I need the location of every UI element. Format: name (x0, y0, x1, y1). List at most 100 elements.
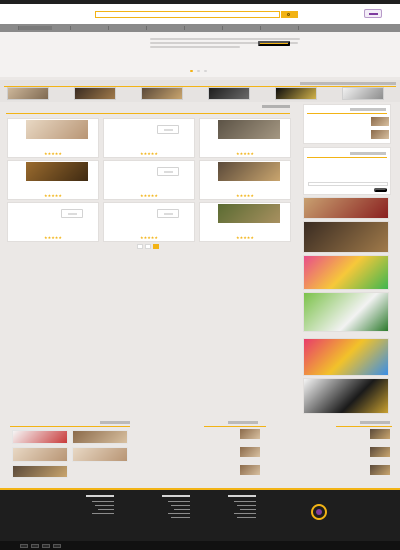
category-3[interactable] (141, 87, 183, 100)
category-5[interactable] (275, 87, 317, 100)
nav-item-4[interactable] (146, 26, 180, 30)
product-card[interactable]: ★★★★★ (103, 160, 195, 200)
footer-link[interactable] (174, 509, 190, 510)
footer-logo[interactable] (300, 500, 340, 526)
footer-link-label (95, 505, 114, 508)
sidebar-list-title (350, 108, 386, 111)
lower-list-b-title (228, 421, 258, 424)
page-button-1[interactable] (137, 244, 143, 249)
category-2[interactable] (74, 87, 116, 100)
gallery-interior-photo[interactable] (12, 447, 68, 462)
category-4[interactable] (208, 87, 250, 100)
footer-link[interactable] (234, 513, 256, 514)
footer-link[interactable] (98, 509, 114, 510)
product-image[interactable] (26, 204, 88, 223)
product-card[interactable]: ★★★★★ (7, 160, 99, 200)
sidebar-ad-1[interactable] (303, 197, 389, 219)
gallery-hall-photo[interactable] (12, 465, 68, 478)
product-image[interactable] (122, 204, 184, 223)
footer-link[interactable] (168, 513, 190, 514)
footer-link[interactable] (168, 501, 190, 502)
product-name (12, 141, 94, 144)
gallery-room-photo[interactable] (72, 430, 128, 444)
lower-list-b-item[interactable] (212, 447, 260, 458)
lower-list-a-item[interactable] (342, 447, 390, 458)
product-card[interactable]: ★★★★★ (199, 202, 291, 242)
nav-item-3[interactable] (108, 26, 142, 30)
product-card[interactable]: ★★★★★ (7, 118, 99, 158)
page-button-label (154, 245, 158, 248)
logo-icon (369, 13, 378, 15)
placeholder-logo-icon (157, 209, 179, 218)
slider-dot[interactable] (197, 70, 200, 72)
products-section-title (190, 104, 290, 110)
lower-list-b-item-image (240, 465, 260, 475)
product-image[interactable] (218, 204, 280, 223)
nav-item-2[interactable] (70, 26, 104, 30)
slider-dot[interactable] (190, 70, 193, 72)
category-6[interactable] (342, 87, 384, 100)
site-logo[interactable] (364, 9, 382, 18)
nav-item-8[interactable] (298, 26, 332, 30)
footer-link-label (174, 509, 190, 512)
search-button[interactable] (281, 11, 298, 18)
gallery-decor-photo[interactable] (12, 430, 68, 444)
page-button-2[interactable] (145, 244, 151, 249)
nav-item-6[interactable] (222, 26, 256, 30)
search-input[interactable] (95, 11, 280, 18)
product-image[interactable] (26, 120, 88, 139)
page-button-3[interactable] (153, 244, 159, 249)
product-card[interactable]: ★★★★★ (7, 202, 99, 242)
lower-list-b-item-title (212, 430, 237, 433)
footer-link[interactable] (171, 517, 190, 518)
sidebar-list-item[interactable] (307, 117, 389, 127)
slider-dot[interactable] (204, 70, 207, 72)
product-card[interactable]: ★★★★★ (199, 160, 291, 200)
lower-list-b-item[interactable] (212, 465, 260, 476)
lower-list-a-item[interactable] (342, 429, 390, 440)
sidebar-form-submit[interactable] (374, 188, 387, 192)
footer-link[interactable] (171, 505, 190, 506)
product-image[interactable] (122, 162, 184, 181)
nav-item-7[interactable] (260, 26, 294, 30)
lower-list-b-item[interactable] (212, 429, 260, 440)
footer-column-title (228, 495, 256, 497)
lower-gallery-divider (10, 426, 130, 427)
sidebar-form-input[interactable] (308, 182, 388, 186)
nav-item-1[interactable] (18, 26, 52, 30)
sidebar-list-item[interactable] (307, 130, 389, 140)
footer-link[interactable] (240, 509, 256, 510)
category-1[interactable] (7, 87, 49, 100)
footer-link[interactable] (237, 505, 256, 506)
sidebar-list-box (303, 104, 391, 144)
payment-badge-icon (42, 544, 50, 548)
lower-list-a-item[interactable] (342, 465, 390, 476)
sidebar-ad-2[interactable] (303, 221, 389, 253)
lower-gallery-title (100, 421, 130, 424)
product-card[interactable]: ★★★★★ (199, 118, 291, 158)
sidebar-ad-3[interactable] (303, 255, 389, 290)
footer-link[interactable] (95, 505, 114, 506)
footer-link[interactable] (237, 517, 256, 518)
product-rating-stars: ★★★★★ (140, 152, 158, 156)
product-image[interactable] (218, 120, 280, 139)
product-card[interactable]: ★★★★★ (103, 118, 195, 158)
product-rating-stars: ★★★★★ (236, 194, 254, 198)
sidebar-ad-6[interactable] (303, 378, 389, 414)
product-image[interactable] (122, 120, 184, 139)
sidebar-item-title (329, 131, 367, 134)
footer-link[interactable] (92, 513, 114, 514)
nav-item-5[interactable] (184, 26, 218, 30)
product-card[interactable]: ★★★★★ (103, 202, 195, 242)
footer-link[interactable] (234, 501, 256, 502)
gallery-interior-photo[interactable] (72, 447, 128, 462)
sidebar-ad-5[interactable] (303, 338, 389, 376)
sidebar-ad-4[interactable] (303, 292, 389, 332)
category-decoration-photo (276, 88, 316, 99)
product-image[interactable] (218, 162, 280, 181)
product-image[interactable] (26, 162, 88, 181)
hero-cta-button[interactable] (258, 41, 290, 46)
category-strip-title (300, 82, 396, 85)
footer-link-label (171, 505, 190, 508)
footer-link[interactable] (92, 501, 114, 502)
